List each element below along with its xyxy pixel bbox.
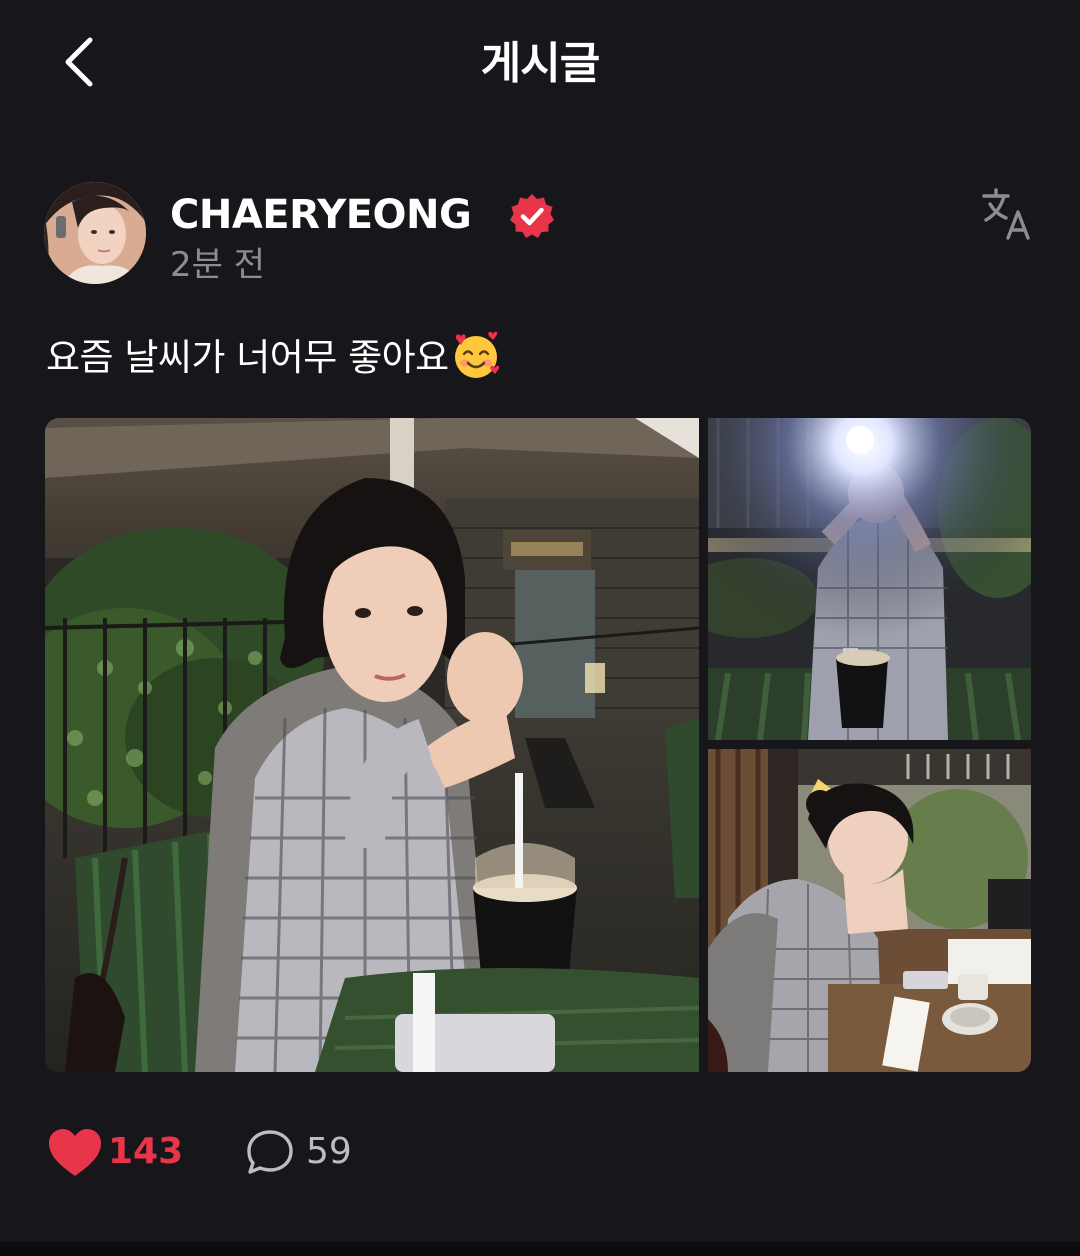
post-detail-screen: 게시글 CHAERYEONG 2분 전 요즘 날씨가 너어무 좋아요 143 5… (0, 0, 1080, 1256)
smiling-face-with-hearts-emoji-icon (454, 331, 499, 378)
author-row: CHAERYEONG 2분 전 (44, 182, 1036, 286)
photo-main[interactable] (45, 418, 699, 1072)
photo-top-right-image (708, 418, 1031, 740)
photo-top-right[interactable] (708, 418, 1031, 740)
translate-icon (982, 188, 1030, 240)
comment-count: 59 (306, 1131, 352, 1172)
header: 게시글 (0, 0, 1080, 130)
comment-button[interactable]: 59 (246, 1122, 386, 1182)
photo-main-image (45, 418, 699, 1072)
translate-button[interactable] (980, 186, 1036, 242)
photo-grid (45, 418, 1031, 1072)
action-bar: 143 59 (46, 1122, 646, 1182)
photo-bottom-right-image (708, 749, 1031, 1072)
like-count: 143 (108, 1131, 184, 1172)
comment-icon (247, 1130, 293, 1174)
avatar-image (44, 182, 146, 284)
bottom-strip (0, 1242, 1080, 1256)
avatar[interactable] (44, 182, 146, 284)
post-body: 요즘 날씨가 너어무 좋아요 (46, 336, 449, 379)
verified-badge-icon (510, 194, 554, 238)
page-title: 게시글 (480, 38, 600, 89)
photo-bottom-right[interactable] (708, 749, 1031, 1072)
heart-icon (49, 1129, 101, 1176)
post-text: 요즘 날씨가 너어무 좋아요 (46, 330, 501, 384)
post-time: 2분 전 (170, 245, 265, 285)
author-name[interactable]: CHAERYEONG (170, 190, 472, 240)
